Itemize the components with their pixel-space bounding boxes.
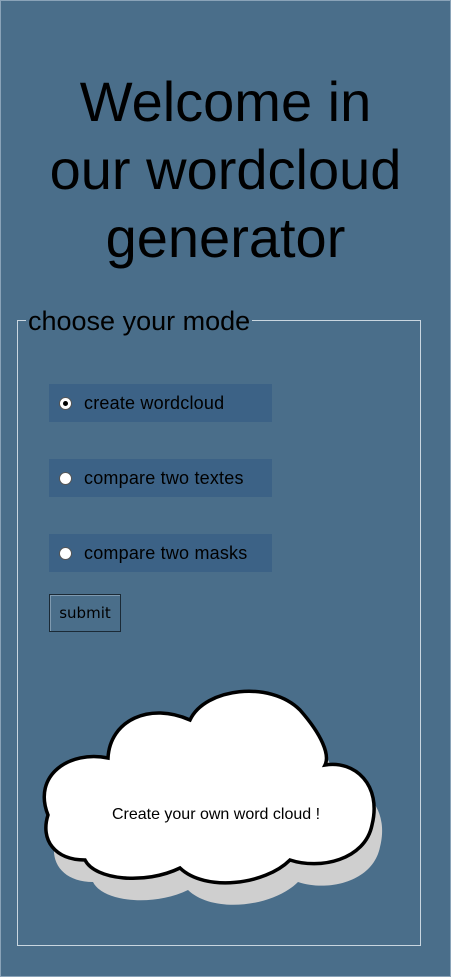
title-line-1: Welcome in bbox=[79, 70, 372, 133]
cloud-image bbox=[42, 689, 383, 905]
radio-label: create wordcloud bbox=[84, 392, 225, 413]
radio-compare-masks[interactable]: compare two masks bbox=[49, 534, 272, 572]
radio-button-icon[interactable] bbox=[59, 471, 72, 485]
radio-label: compare two masks bbox=[84, 542, 248, 563]
cloud-shape bbox=[42, 689, 376, 885]
title-line-3: generator bbox=[105, 206, 346, 269]
radio-button-icon[interactable] bbox=[59, 546, 72, 560]
radio-label: compare two textes bbox=[84, 467, 244, 488]
submit-button[interactable]: submit bbox=[49, 594, 121, 632]
radio-create-wordcloud[interactable]: create wordcloud bbox=[49, 384, 272, 422]
title-line-2: our wordcloud bbox=[49, 138, 402, 201]
radio-button-checked-icon[interactable] bbox=[59, 396, 72, 410]
page-title: Welcome in our wordcloud generator bbox=[0, 68, 451, 272]
mode-group-legend: choose your mode bbox=[26, 306, 253, 336]
cloud-caption: Create your own word cloud ! bbox=[111, 806, 321, 823]
radio-compare-textes[interactable]: compare two textes bbox=[49, 459, 272, 497]
